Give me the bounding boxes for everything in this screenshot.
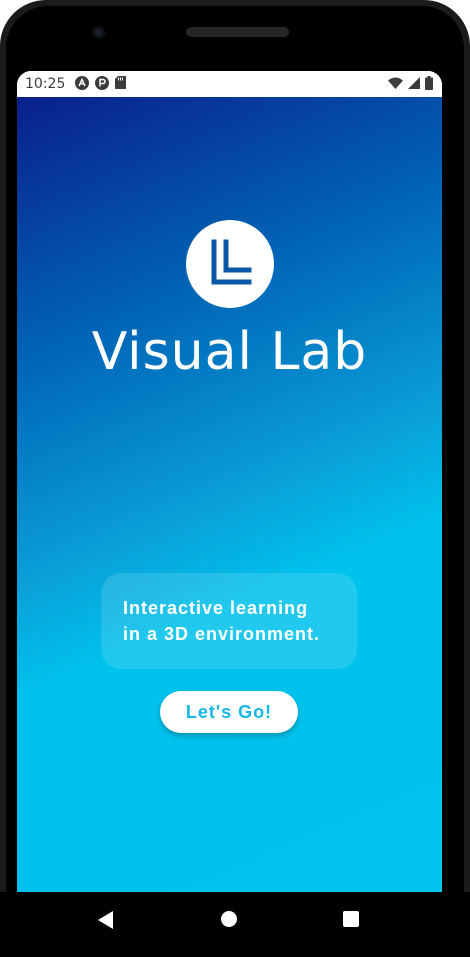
front-camera [92, 26, 105, 39]
earpiece-speaker [186, 27, 289, 37]
app-title: Visual Lab [91, 322, 368, 382]
sd-card-icon [115, 76, 127, 92]
tagline-card: Interactive learning in a 3D environment… [101, 573, 357, 669]
back-icon[interactable] [98, 911, 114, 934]
recents-icon[interactable] [343, 911, 359, 927]
status-bar: 10:25 [17, 71, 442, 97]
status-notification-icons [75, 75, 127, 93]
splash-background: Visual Lab Interactive learning in a 3D … [17, 97, 442, 892]
ll-logo-icon [186, 220, 274, 308]
lets-go-button[interactable]: Let's Go! [160, 691, 298, 733]
tagline-line-2: in a 3D environment. [123, 624, 321, 644]
app-screen: 10:25 Visual Lab Interactive learning in… [17, 71, 442, 892]
cell-signal-icon [408, 76, 420, 92]
p-notification-icon [95, 75, 110, 93]
system-nav-bar [0, 892, 470, 957]
tagline-line-1: Interactive learning [123, 598, 309, 618]
home-icon[interactable] [221, 911, 237, 927]
phone-frame: 10:25 Visual Lab Interactive learning in… [0, 0, 470, 957]
a-notification-icon [75, 75, 90, 93]
status-system-icons [388, 75, 433, 93]
battery-icon [425, 75, 433, 93]
status-time: 10:25 [25, 76, 66, 92]
wifi-icon [388, 76, 403, 92]
